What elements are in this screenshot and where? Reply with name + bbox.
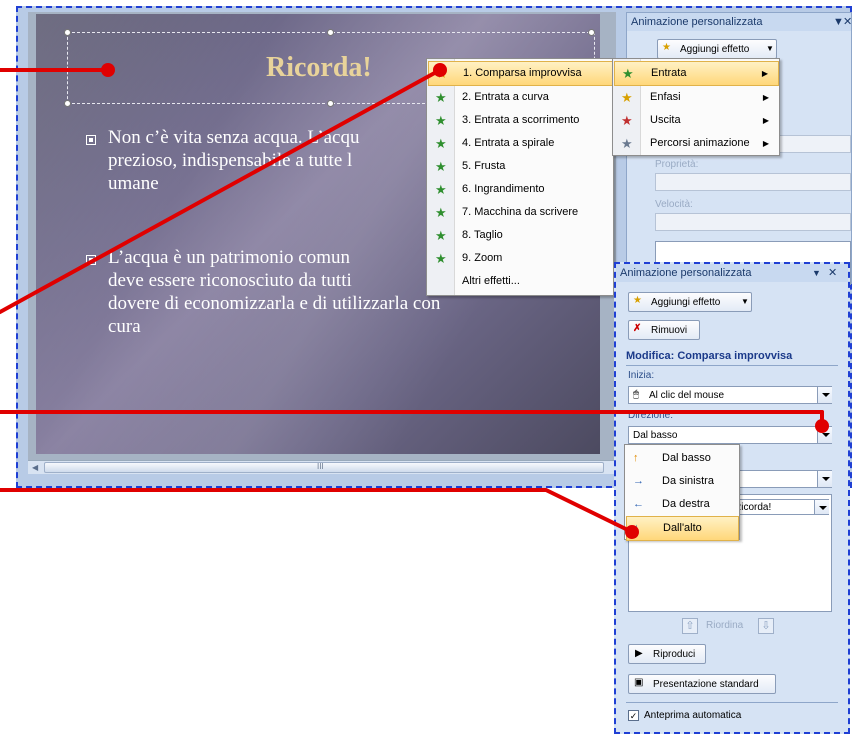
annotation-dot: [101, 63, 115, 77]
annotation-line: [0, 488, 634, 534]
annotation-dot: [625, 525, 639, 539]
annotation-overlay: [0, 63, 829, 539]
annotation-dot: [433, 63, 447, 77]
annotation-line: [0, 68, 442, 314]
